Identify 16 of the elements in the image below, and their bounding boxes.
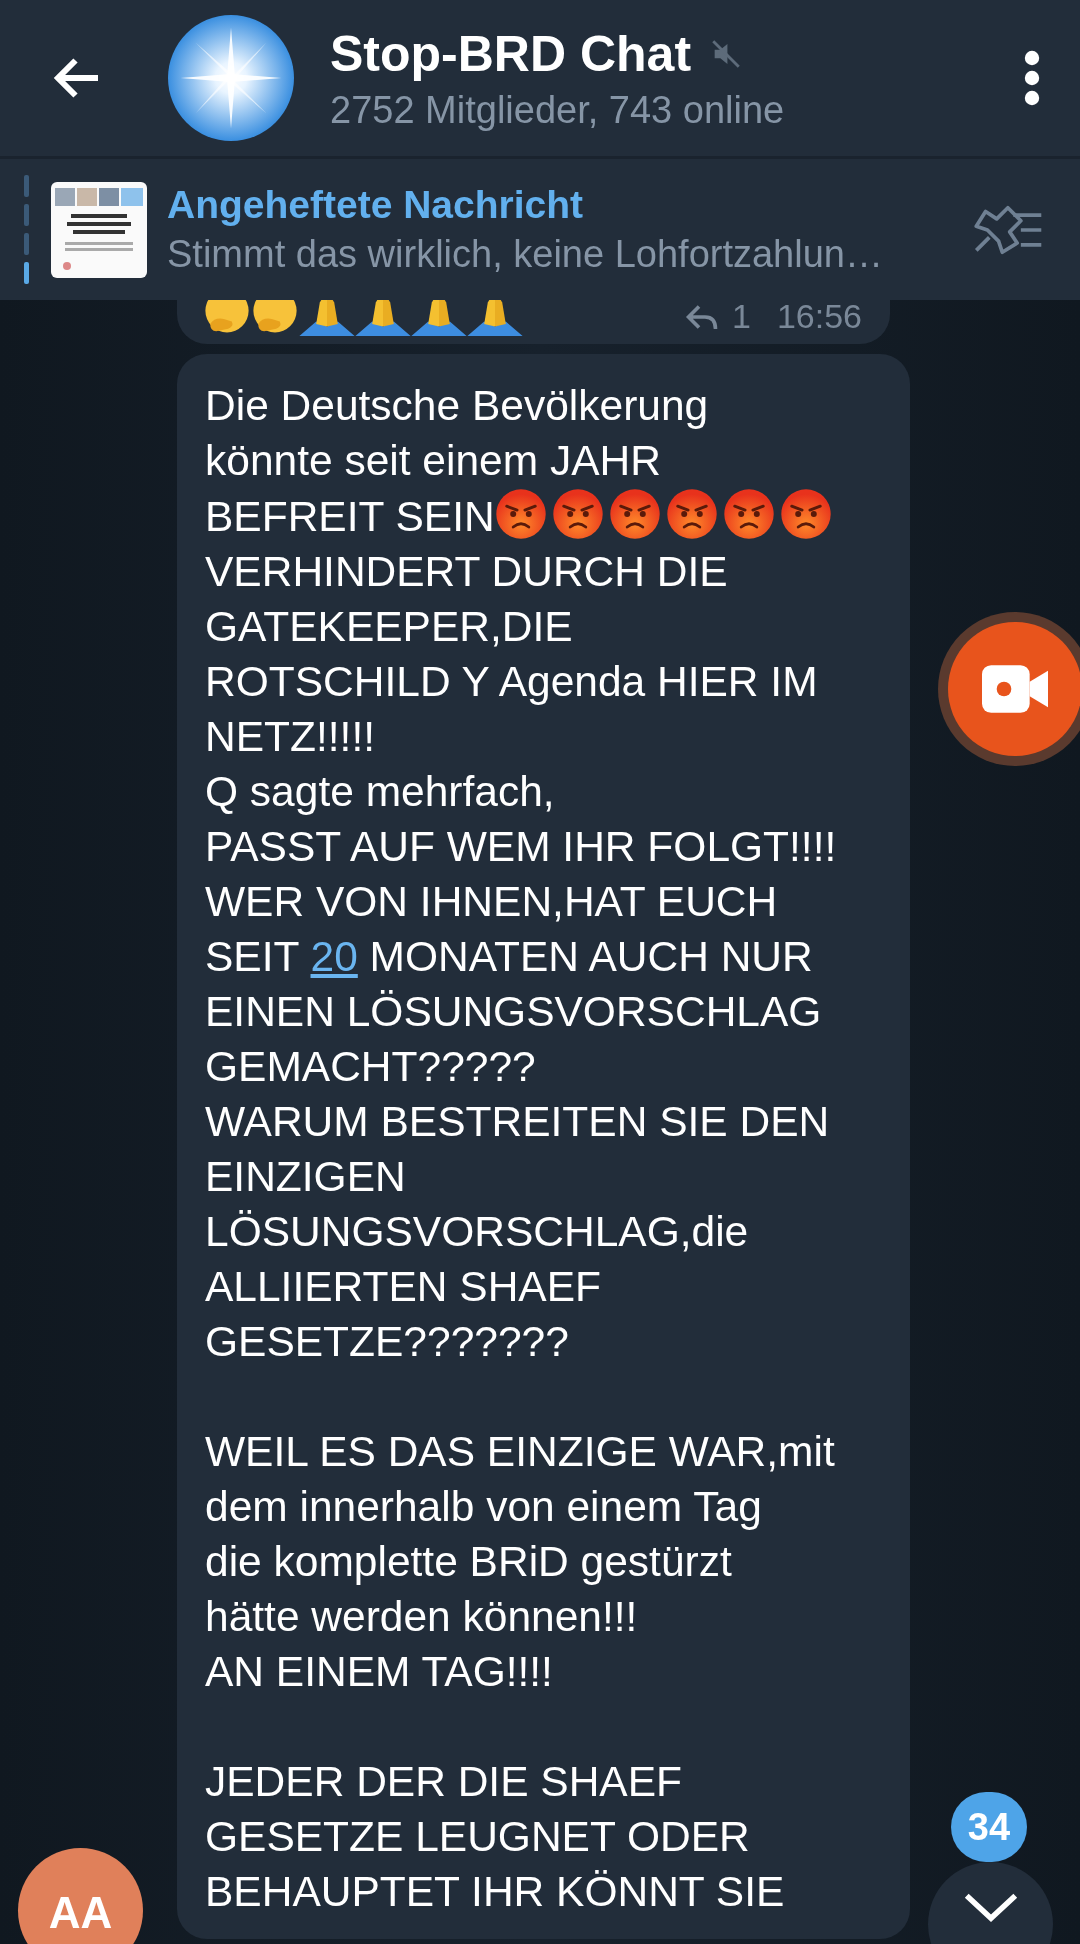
angry-face-icon [494,488,547,540]
angry-face-icon [608,488,661,540]
chat-title: Stop-BRD Chat [330,24,692,83]
angry-face-icon [551,488,604,540]
angry-face-icon [722,488,775,540]
angry-face-icon [779,488,832,540]
video-camera-icon [982,665,1048,713]
message-text: Die Deutsche Bevölkerung könnte seit einem JAHR BEFREIT SEIN VERHINDERT DURCH DIE GATEKEEPER,DIE ROTSCHILD Y Agenda HIER IM NETZ!!!!! Q sagte mehrfach, PASST AUF WEM IHR FOLGT!!!! WER VON IHNEN,HAT EUCH SEIT 20 MONATEN AUCH NUR EINEN LÖSUNGSVORSCHLAG GEMACHT????? WARUM BESTREITEN SIE DEN EINZIGEN LÖSUNGSVORSCHLAG,die ALLIIERTEN SHAEF GESETZE??????? WEIL ES DAS EINZIGE WAR,mit dem innerhalb von einem Tag die komplette BRiD gestürzt hätte werden können!!! AN EINEM TAG!!!! JEDER DER DIE SHAEF GESETZE LEUGNET ODER BEHAUPTET IHR KÖNNT SIE [205,381,838,1917]
angry-face-icon [665,488,718,540]
pinned-title[interactable]: Angeheftete Nachricht [167,183,968,227]
reply-count[interactable]: 1 [732,300,751,336]
member-count: 2752 Mitglieder, 743 online [330,88,786,132]
message-time: 16:56 [776,300,862,336]
pinned-preview[interactable]: Stimmt das wirklich, keine Lohfortzahlun… [167,233,968,276]
number-link[interactable]: 20 [310,933,358,980]
chevron-down-icon [962,1892,1019,1922]
